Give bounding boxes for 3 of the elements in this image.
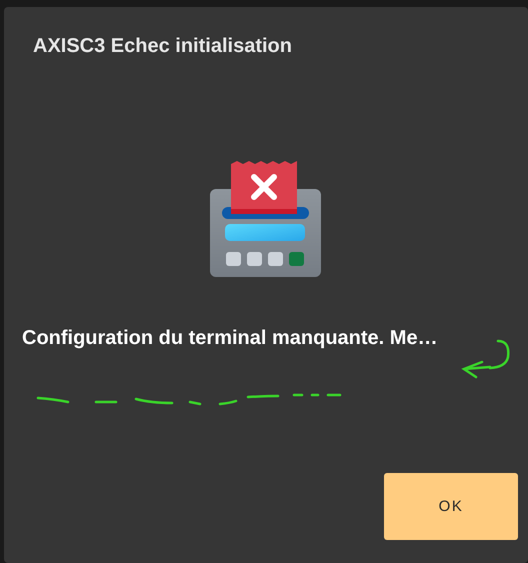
dialog-title: AXISC3 Echec initialisation [33, 35, 292, 58]
error-message: Configuration du terminal manquante. Me… [22, 327, 438, 350]
ok-button[interactable]: OK [384, 473, 518, 540]
